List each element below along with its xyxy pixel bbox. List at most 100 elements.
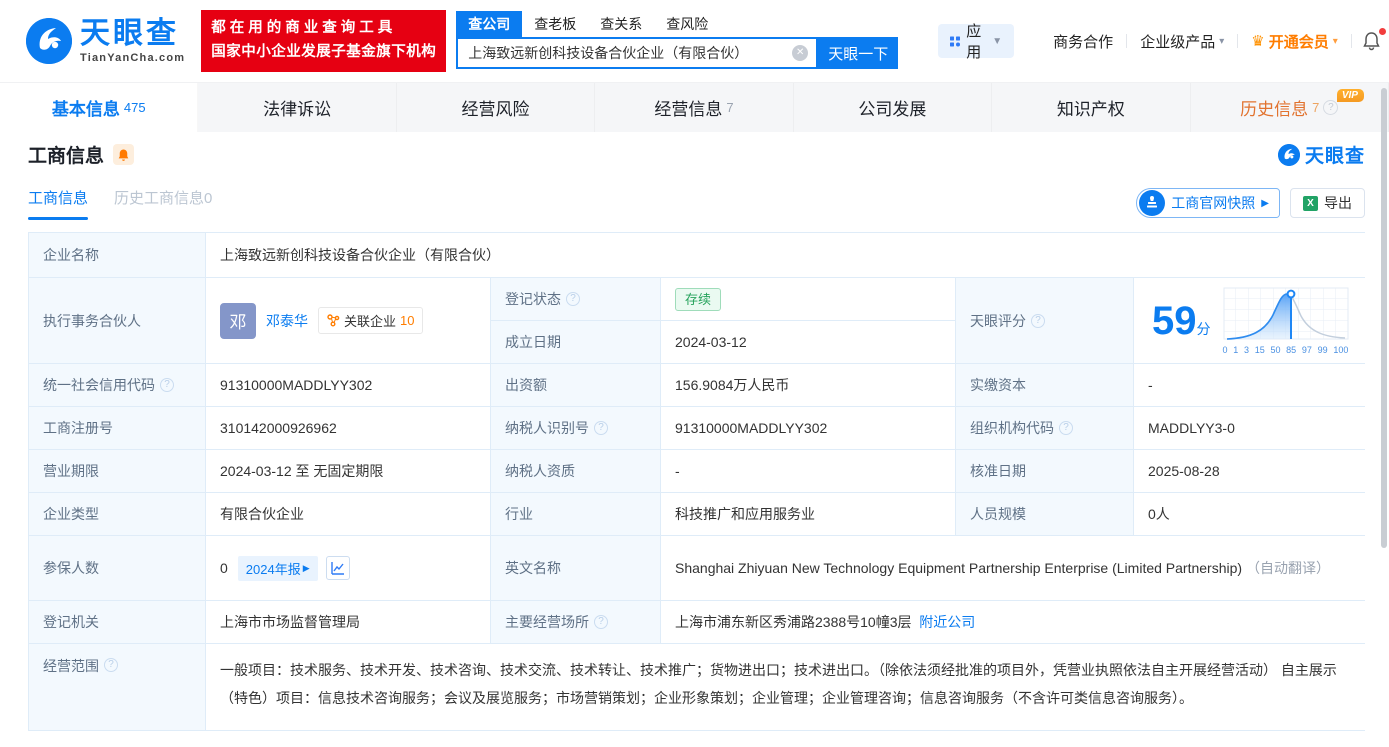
apps-grid-icon	[950, 34, 960, 49]
english-name-value: Shanghai Zhiyuan New Technology Equipmen…	[661, 536, 1365, 600]
help-icon[interactable]: ?	[594, 615, 608, 629]
logo-name: 天眼查	[80, 19, 185, 49]
promo-line2: 国家中小企业发展子基金旗下机构	[211, 41, 436, 65]
tianyancha-logo-icon	[1278, 144, 1300, 166]
line-chart-icon	[331, 561, 345, 575]
section-title: 工商信息	[28, 141, 104, 168]
scrollbar[interactable]	[1381, 88, 1387, 548]
partner-cell: 邓 邓泰华 关联企业 10	[206, 278, 490, 363]
bell-icon	[1362, 31, 1381, 51]
chevron-down-icon: ▾	[1219, 36, 1224, 47]
reg-number-value: 310142000926962	[206, 407, 490, 449]
search-tab-risk[interactable]: 查风险	[654, 11, 720, 37]
header-menu: 商务合作 企业级产品 ▾ ♛ 开通会员 ▾ 超级...	[1040, 31, 1389, 52]
subtab-history-business-info[interactable]: 历史工商信息0	[114, 187, 212, 220]
tab-operation-info[interactable]: 经营信息 7	[595, 83, 793, 132]
reg-status-value: 存续	[661, 278, 955, 320]
search-box: ✕	[456, 37, 818, 69]
tab-history-info[interactable]: 历史信息 7 ? VIP	[1191, 83, 1389, 132]
search-tabs: 查公司 查老板 查关系 查风险	[456, 13, 898, 37]
establish-date-value: 2024-03-12	[661, 321, 955, 363]
field-label: 经营范围?	[29, 644, 205, 730]
company-type-value: 有限合伙企业	[206, 493, 490, 535]
bell-icon	[117, 148, 130, 162]
field-label: 纳税人识别号?	[491, 407, 660, 449]
help-icon[interactable]: ?	[1323, 100, 1338, 115]
tab-basic-info[interactable]: 基本信息 475	[0, 83, 198, 132]
field-label: 天眼评分?	[956, 278, 1133, 363]
field-label: 英文名称	[491, 536, 660, 600]
search-block: 查公司 查老板 查关系 查风险 ✕ 天眼一下	[456, 13, 898, 69]
tab-legal[interactable]: 法律诉讼	[198, 83, 396, 132]
search-input[interactable]	[468, 45, 792, 61]
tianyan-score-cell[interactable]: 59分	[1134, 278, 1365, 363]
taxpayer-id-value: 91310000MADDLYY302	[661, 407, 955, 449]
help-icon[interactable]: ?	[1031, 314, 1045, 328]
field-label: 行业	[491, 493, 660, 535]
field-label: 参保人数	[29, 536, 205, 600]
reg-authority-value: 上海市市场监督管理局	[206, 601, 490, 643]
business-info-table: 企业名称 上海致远新创科技设备合伙企业（有限合伙） 执行事务合伙人 邓 邓泰华 …	[28, 232, 1365, 731]
approval-date-value: 2025-08-28	[1134, 450, 1365, 492]
search-tab-boss[interactable]: 查老板	[522, 11, 588, 37]
subtab-row: 工商信息 历史工商信息0 工商官网快照 ▶ X 导出	[0, 177, 1389, 229]
tianyancha-logo[interactable]: 天眼查 TianYanCha.com	[26, 18, 185, 64]
help-icon[interactable]: ?	[1059, 421, 1073, 435]
search-tab-relation[interactable]: 查关系	[588, 11, 654, 37]
business-info-section-head: 工商信息 天眼查	[0, 132, 1389, 177]
field-label: 主要经营场所?	[491, 601, 660, 643]
apps-dropdown[interactable]: 应用 ▼	[938, 24, 1014, 58]
field-label: 企业名称	[29, 233, 205, 277]
trend-chart-button[interactable]	[326, 556, 350, 580]
capital-value: 156.9084万人民币	[661, 364, 955, 406]
chevron-down-icon: ▾	[1333, 36, 1338, 47]
tab-intellectual-property[interactable]: 知识产权	[992, 83, 1190, 132]
menu-enterprise[interactable]: 企业级产品 ▾	[1127, 31, 1237, 52]
insured-value: 0 2024年报 ▶	[206, 536, 490, 600]
field-label: 登记状态?	[491, 278, 660, 320]
stamp-icon	[1139, 190, 1165, 216]
subtab-business-info[interactable]: 工商信息	[28, 187, 88, 220]
clear-search-icon[interactable]: ✕	[792, 45, 808, 61]
staff-size-value: 0人	[1134, 493, 1365, 535]
field-label: 营业期限	[29, 450, 205, 492]
tianyancha-logo-icon	[26, 18, 72, 64]
logo-domain: TianYanCha.com	[80, 53, 185, 64]
related-companies-badge[interactable]: 关联企业 10	[318, 307, 423, 334]
tab-operation-risk[interactable]: 经营风险	[397, 83, 595, 132]
partner-name-link[interactable]: 邓泰华	[266, 311, 308, 331]
export-button[interactable]: X 导出	[1290, 188, 1365, 218]
tab-company-development[interactable]: 公司发展	[794, 83, 992, 132]
annual-report-badge[interactable]: 2024年报 ▶	[238, 556, 318, 581]
notification-dot	[1379, 28, 1386, 35]
company-nav-tabs: 基本信息 475 法律诉讼 经营风险 经营信息 7 公司发展 知识产权 历史信息…	[0, 82, 1389, 132]
status-badge: 存续	[675, 288, 721, 311]
field-label: 组织机构代码?	[956, 407, 1133, 449]
search-tab-company[interactable]: 查公司	[456, 11, 522, 37]
avatar[interactable]: 邓	[220, 303, 256, 339]
org-code-value: MADDLYY3-0	[1134, 407, 1365, 449]
taxpayer-quality-value: -	[661, 450, 955, 492]
subscribe-bell-button[interactable]	[113, 144, 134, 165]
notifications-button[interactable]	[1352, 31, 1389, 51]
crown-icon: ♛	[1251, 32, 1264, 50]
nearby-companies-link[interactable]: 附近公司	[919, 612, 975, 632]
auto-translate-note: （自动翻译）	[1246, 560, 1330, 576]
business-scope-value: 一般项目：技术服务、技术开发、技术咨询、技术交流、技术转让、技术推广；货物进出口…	[206, 644, 1365, 730]
search-button[interactable]: 天眼一下	[818, 37, 898, 69]
help-icon[interactable]: ?	[594, 421, 608, 435]
tianyancha-watermark: 天眼查	[1278, 141, 1365, 168]
help-icon[interactable]: ?	[104, 658, 118, 672]
field-label: 登记机关	[29, 601, 205, 643]
official-snapshot-button[interactable]: 工商官网快照 ▶	[1136, 188, 1280, 218]
top-header: 天眼查 TianYanCha.com 都在用的商业查询工具 国家中小企业发展子基…	[0, 0, 1389, 82]
menu-cooperation[interactable]: 商务合作	[1040, 31, 1126, 52]
excel-icon: X	[1303, 196, 1318, 211]
field-label: 执行事务合伙人	[29, 278, 205, 363]
help-icon[interactable]: ?	[566, 292, 580, 306]
field-label: 企业类型	[29, 493, 205, 535]
menu-open-vip[interactable]: ♛ 开通会员 ▾	[1238, 31, 1351, 52]
industry-value: 科技推广和应用服务业	[661, 493, 955, 535]
help-icon[interactable]: ?	[160, 378, 174, 392]
vip-badge: VIP	[1337, 89, 1364, 102]
